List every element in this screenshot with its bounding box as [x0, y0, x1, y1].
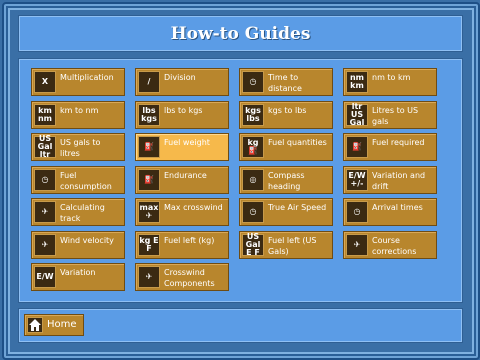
guide-label: Endurance	[164, 171, 207, 180]
guide-label: US gals to litres	[60, 138, 101, 158]
fuel-left-gal-icon: US Gal E F	[242, 233, 264, 257]
page-title: How-to Guides	[170, 23, 311, 44]
guide-label: Arrival times	[372, 203, 423, 212]
variation-icon: E/W	[34, 266, 56, 288]
guide-label: kgs to lbs	[268, 106, 307, 115]
guide-tile[interactable]: nm km nm to km	[343, 68, 437, 96]
compass-icon: ◎	[242, 169, 264, 191]
guide-tile[interactable]: ◷ Arrival times	[343, 198, 437, 226]
guide-label: Variation	[60, 268, 96, 277]
guide-tile[interactable]: lbs kgs lbs to kgs	[135, 101, 229, 129]
km-nm-icon: km nm	[34, 104, 56, 126]
guide-label: Time to distance	[268, 73, 302, 93]
airspeed-icon: ◷	[242, 201, 264, 223]
variation-drift-icon: E/W +/-	[346, 169, 368, 191]
guide-tile[interactable]: X Multiplication	[31, 68, 125, 96]
guide-tile[interactable]: km nm km to nm	[31, 101, 125, 129]
home-icon	[27, 317, 43, 333]
guide-label: Fuel consumption	[60, 171, 112, 191]
kgs-lbs-icon: kgs lbs	[242, 104, 264, 126]
guide-tile[interactable]: kgs lbs kgs to lbs	[239, 101, 333, 129]
guide-tile[interactable]: E/W Variation	[31, 263, 125, 291]
guide-label: Wind velocity	[60, 236, 114, 245]
fuel-quantities-icon: kg ⛽	[242, 136, 264, 158]
guide-tile[interactable]: ltr US Gal Litres to US gals	[343, 101, 437, 129]
guide-tile[interactable]: US Gal E F Fuel left (US Gals)	[239, 231, 333, 259]
guide-tile[interactable]: ◷ Fuel consumption	[31, 166, 125, 194]
arrival-times-icon: ◷	[346, 201, 368, 223]
guide-tile[interactable]: ◷ True Air Speed	[239, 198, 333, 226]
guide-tile[interactable]: ◷ Time to distance	[239, 68, 333, 96]
guide-tile[interactable]: ⛽ Fuel required	[343, 133, 437, 161]
guide-tile[interactable]: ◎ Compass heading	[239, 166, 333, 194]
fuel-weight-icon: ⛽	[138, 136, 160, 158]
wind-velocity-icon: ✈	[34, 234, 56, 256]
guide-label: lbs to kgs	[164, 106, 203, 115]
guide-tile[interactable]: ✈ Calculating track	[31, 198, 125, 226]
home-label: Home	[47, 319, 77, 330]
nm-km-icon: nm km	[346, 71, 368, 93]
lbs-kgs-icon: lbs kgs	[138, 104, 160, 126]
ltr-gal-icon: ltr US Gal	[346, 103, 368, 127]
guide-label: Variation and drift	[372, 171, 426, 191]
title-bar: How-to Guides	[18, 15, 463, 52]
clock-icon: ◷	[242, 71, 264, 93]
guide-tile[interactable]: max ✈ Max crosswind	[135, 198, 229, 226]
home-button[interactable]: Home	[24, 314, 84, 336]
guide-label: Course corrections	[372, 236, 417, 256]
guide-tile[interactable]: ⛽ Endurance	[135, 166, 229, 194]
guide-tile[interactable]: / Division	[135, 68, 229, 96]
track-icon: ✈	[34, 201, 56, 223]
crosswind-components-icon: ✈	[138, 266, 160, 288]
guide-tile[interactable]: kg E F Fuel left (kg)	[135, 231, 229, 259]
fuel-left-kg-icon: kg E F	[138, 234, 160, 256]
guide-label: Calculating track	[60, 203, 105, 223]
multiply-icon: X	[34, 71, 56, 93]
guide-tile[interactable]: E/W +/- Variation and drift	[343, 166, 437, 194]
guide-tile[interactable]: ✈ Wind velocity	[31, 231, 125, 259]
crosswind-icon: max ✈	[138, 201, 160, 223]
guide-label: Crosswind Components	[164, 268, 215, 288]
guide-label: Litres to US gals	[372, 106, 419, 126]
guide-label: Fuel left (US Gals)	[268, 236, 317, 256]
divide-icon: /	[138, 71, 160, 93]
fuel-required-icon: ⛽	[346, 136, 368, 158]
guide-tile[interactable]: kg ⛽ Fuel quantities	[239, 133, 333, 161]
endurance-icon: ⛽	[138, 169, 160, 191]
guide-label: True Air Speed	[268, 203, 327, 212]
guide-tile[interactable]: ✈ Crosswind Components	[135, 263, 229, 291]
guide-tile[interactable]: US Gal ltr US gals to litres	[31, 133, 125, 161]
guide-tile[interactable]: ⛽ Fuel weight	[135, 133, 229, 161]
guide-label: nm to km	[372, 73, 411, 82]
guide-label: Division	[164, 73, 196, 82]
fuel-consumption-icon: ◷	[34, 169, 56, 191]
bottom-bar	[18, 308, 463, 343]
guide-label: Max crosswind	[164, 203, 223, 212]
gal-ltr-icon: US Gal ltr	[34, 135, 56, 159]
guide-label: Fuel quantities	[268, 138, 327, 147]
guide-tile[interactable]: ✈ Course corrections	[343, 231, 437, 259]
guide-label: Fuel required	[372, 138, 425, 147]
guide-label: km to nm	[60, 106, 99, 115]
guide-label: Fuel left (kg)	[164, 236, 215, 245]
guide-label: Compass heading	[268, 171, 305, 191]
course-corrections-icon: ✈	[346, 234, 368, 256]
guide-label: Multiplication	[60, 73, 114, 82]
guide-label: Fuel weight	[164, 138, 210, 147]
